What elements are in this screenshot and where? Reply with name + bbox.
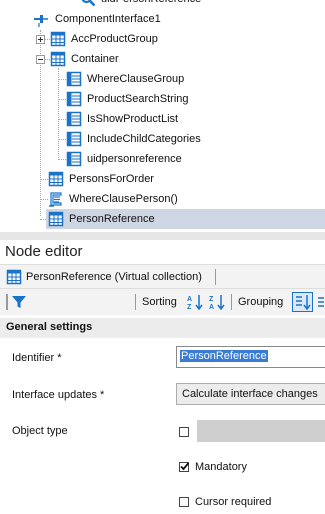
svg-text:Z: Z: [187, 304, 192, 311]
property-icon: [66, 131, 82, 147]
tree-item-label: WhereClauseGroup: [87, 73, 185, 85]
grouping-descending-icon[interactable]: [316, 293, 325, 311]
node-editor-header: Node editor: [0, 240, 325, 264]
tree-item-component-interface[interactable]: ComponentInterface1: [34, 9, 161, 29]
tree-item-label: Container: [71, 53, 119, 65]
tree-connector: [40, 199, 48, 200]
tree-connector: [58, 99, 66, 100]
interface-updates-value: Calculate interface changes: [182, 388, 318, 400]
tree-item-personsfororder[interactable]: PersonsForOrder: [48, 169, 154, 189]
grouping-label: Grouping: [238, 296, 284, 308]
section-title: General settings: [6, 321, 93, 333]
tree-item-label: uidpersonreference: [87, 153, 182, 165]
property-icon: [66, 111, 82, 127]
sort-ascending-icon[interactable]: A Z: [186, 293, 204, 311]
tree-item-uidpersonreference[interactable]: uidpersonreference: [66, 149, 182, 169]
tree-item-includechildcategories[interactable]: IncludeChildCategories: [66, 129, 201, 149]
tree-item-label: AccProductGroup: [71, 33, 158, 45]
tree-item-isshowproductlist[interactable]: IsShowProductList: [66, 109, 178, 129]
tree-connector: [58, 68, 59, 160]
tree-item-personreference[interactable]: PersonReference: [46, 209, 325, 229]
mandatory-checkbox[interactable]: [179, 462, 190, 472]
breadcrumb-divider: [215, 269, 216, 285]
tree-item-label: WhereClausePerson(): [69, 193, 178, 205]
grouping-icon[interactable]: [292, 292, 313, 312]
collapse-toggle[interactable]: [36, 55, 45, 64]
tree-item-label: IncludeChildCategories: [87, 133, 201, 145]
component-interface-icon: [34, 15, 48, 27]
object-type-label: Object type: [12, 425, 68, 437]
tree-item-label: ProductSearchString: [87, 93, 189, 105]
tree-connector: [40, 179, 48, 180]
tree-item-whereclausegroup[interactable]: WhereClauseGroup: [66, 69, 184, 89]
tree-item-label: PersonReference: [69, 213, 155, 225]
interface-updates-label: Interface updates *: [12, 389, 105, 401]
interface-updates-select[interactable]: Calculate interface changes: [176, 383, 325, 405]
general-settings-header[interactable]: General settings: [0, 318, 325, 338]
breadcrumb-label: PersonReference (Virtual collection): [26, 271, 202, 283]
collection-icon: [48, 211, 64, 227]
node-editor-breadcrumb: PersonReference (Virtual collection): [0, 264, 325, 289]
identifier-value: PersonReference: [180, 350, 268, 362]
expand-toggle[interactable]: [36, 35, 45, 44]
sorting-label: Sorting: [142, 296, 177, 308]
component-tree[interactable]: uidPersonReference ComponentInterface1 A…: [0, 0, 325, 232]
node-editor-toolbar: Sorting A Z Z A Grouping: [0, 288, 325, 315]
tree-item-label: uidPersonReference: [101, 0, 201, 5]
svg-text:A: A: [187, 296, 192, 303]
toolbar-grip: [6, 294, 8, 310]
tree-connector: [58, 159, 66, 160]
property-icon: [66, 71, 82, 87]
checkmark-icon: [180, 462, 190, 471]
property-icon: [66, 151, 82, 167]
filter-icon[interactable]: [11, 294, 27, 310]
sort-descending-icon[interactable]: Z A: [208, 293, 226, 311]
cursor-required-checkbox[interactable]: [179, 497, 189, 507]
identifier-input[interactable]: PersonReference: [176, 346, 325, 368]
node-editor-title: Node editor: [5, 243, 83, 260]
collection-icon: [6, 269, 22, 285]
collection-icon: [48, 171, 64, 187]
toolbar-separator: [135, 294, 136, 310]
collection-icon: [50, 31, 66, 47]
tree-connector: [58, 79, 66, 80]
tree-item-uidpersonreference-column[interactable]: uidPersonReference: [80, 0, 201, 9]
tree-item-label: PersonsForOrder: [69, 173, 154, 185]
identifier-label: Identifier *: [12, 352, 62, 364]
mandatory-label: Mandatory: [195, 461, 247, 473]
tree-connector: [58, 139, 66, 140]
panel-splitter[interactable]: [0, 232, 325, 240]
collection-icon: [50, 51, 66, 67]
tree-item-label: ComponentInterface1: [55, 13, 161, 25]
cursor-required-label: Cursor required: [195, 496, 272, 508]
tree-item-productsearchstring[interactable]: ProductSearchString: [66, 89, 189, 109]
toolbar-separator: [231, 294, 232, 310]
tree-item-whereclauseperson[interactable]: WhereClausePerson(): [48, 189, 178, 209]
tree-connector: [58, 119, 66, 120]
script-icon: [49, 192, 62, 207]
tree-item-label: IsShowProductList: [87, 113, 179, 125]
magnifier-icon: [81, 0, 96, 7]
tree-item-accproductgroup[interactable]: AccProductGroup: [50, 29, 158, 49]
property-icon: [66, 91, 82, 107]
svg-text:A: A: [209, 304, 214, 311]
tree-item-container[interactable]: Container: [50, 49, 119, 69]
svg-text:Z: Z: [209, 296, 214, 303]
object-type-checkbox[interactable]: [179, 427, 189, 437]
object-type-select: [197, 420, 325, 442]
